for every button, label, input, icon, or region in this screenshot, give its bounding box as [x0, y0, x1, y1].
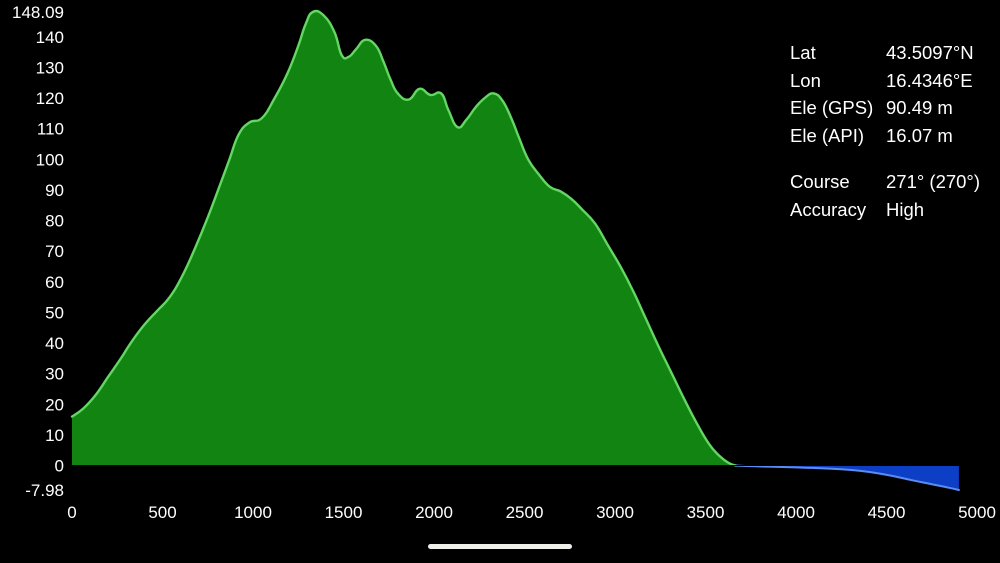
y-axis-tick-label: -7.98: [25, 481, 64, 500]
info-label-accuracy: Accuracy: [790, 198, 867, 220]
y-axis-tick-label: 0: [55, 457, 64, 476]
x-axis-tick-label: 1000: [234, 503, 272, 520]
y-axis-tick-label: 100: [36, 150, 64, 169]
info-label-lat: Lat: [790, 42, 816, 63]
info-row-lon: Lon 16.4346°E: [790, 69, 995, 91]
y-axis-tick-label: 120: [36, 89, 64, 108]
y-axis-tick-label: 10: [45, 426, 64, 445]
info-value-ele-api: 16.07 m: [886, 124, 953, 146]
x-axis-tick-label: 4000: [777, 503, 815, 520]
y-axis-tick-label: 80: [45, 212, 64, 231]
x-axis-tick-label: 2500: [506, 503, 544, 520]
y-axis-tick-label: 140: [36, 28, 64, 47]
y-axis-tick-label: 20: [45, 395, 64, 414]
x-axis-tick-label: 0: [67, 503, 76, 520]
info-row-course: Course 271° (270°): [790, 171, 995, 192]
info-row-accuracy: Accuracy High: [790, 198, 995, 220]
y-axis-tick-label: 148.09: [12, 3, 64, 22]
info-label-ele-api: Ele (API): [790, 124, 865, 146]
y-axis-tick-label: 110: [37, 120, 64, 139]
info-label-ele-gps: Ele (GPS): [790, 97, 874, 118]
info-value-course: 271° (270°): [886, 171, 980, 192]
x-axis-tick-label: 5000: [958, 503, 996, 520]
y-axis-tick-label: 70: [45, 242, 64, 261]
info-value-accuracy: High: [886, 198, 925, 220]
y-axis-tick-label: 130: [36, 58, 64, 77]
info-value-lat: 43.5097°N: [886, 42, 974, 63]
info-row-ele-api: Ele (API) 16.07 m: [790, 124, 995, 146]
home-indicator[interactable]: [428, 544, 572, 549]
y-axis-tick-label: 60: [45, 273, 64, 292]
y-axis-tick-label: 40: [45, 334, 64, 353]
telemetry-info-panel: Lat 43.5097°N Lon 16.4346°E Ele (GPS) 90…: [790, 42, 995, 228]
x-axis-tick-label: 3000: [596, 503, 634, 520]
x-axis-tick-label: 1500: [325, 503, 363, 520]
y-axis-tick-label: 50: [45, 303, 64, 322]
info-label-course: Course: [790, 171, 850, 192]
info-value-lon: 16.4346°E: [886, 69, 973, 91]
y-axis-tick-label: 90: [45, 181, 64, 200]
info-row-ele-gps: Ele (GPS) 90.49 m: [790, 97, 995, 118]
info-label-lon: Lon: [790, 69, 821, 91]
x-axis-tick-label: 4500: [868, 503, 906, 520]
info-value-ele-gps: 90.49 m: [886, 97, 953, 118]
x-axis-tick-label: 2000: [415, 503, 453, 520]
y-axis-tick-label: 30: [45, 365, 64, 384]
x-axis-tick-label: 3500: [687, 503, 725, 520]
info-row-lat: Lat 43.5097°N: [790, 42, 995, 63]
elevation-profile-screen: 148.09 140 130 120 110 100 90 80 70 60 50 40 30 20 10 0…: [0, 0, 1000, 563]
x-axis-tick-label: 500: [148, 503, 176, 520]
